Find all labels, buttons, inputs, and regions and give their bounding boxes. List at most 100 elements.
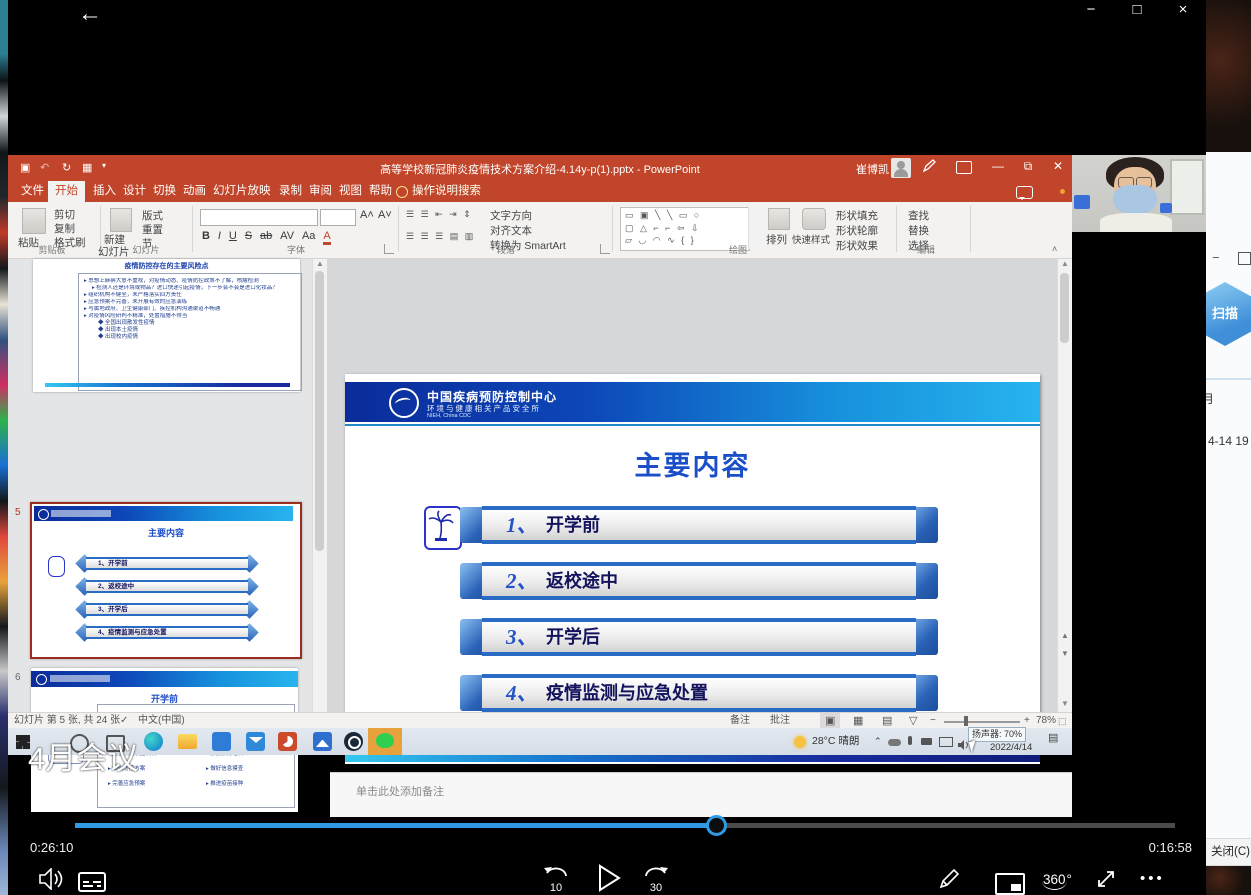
mini-player-button[interactable] [995, 873, 1025, 895]
context-menu-close-item[interactable]: 关闭(C) [1206, 838, 1251, 866]
file-explorer-icon[interactable] [178, 734, 197, 749]
ribbon-display-options-icon[interactable] [956, 161, 972, 174]
wechat-active-highlight[interactable] [368, 728, 402, 755]
new-slide-icon[interactable] [110, 208, 132, 232]
paste-icon[interactable] [22, 208, 46, 234]
font-name-combo[interactable] [200, 209, 318, 226]
closed-captions-button[interactable] [78, 872, 106, 892]
thumbnail-slide-4[interactable]: 疫情防控存在的主要风险点 思想上麻痹大意不重视，对疫情动态、疫情防控政策不了解，… [33, 259, 300, 392]
scrollbar-thumb[interactable] [315, 271, 324, 551]
scan-badge[interactable]: 扫描 [1206, 282, 1251, 346]
account-name[interactable]: 崔博凯 [856, 161, 889, 177]
back-icon[interactable]: ← [78, 2, 102, 26]
ppt-close-icon[interactable]: ✕ [1046, 155, 1070, 177]
weather-sun-icon[interactable] [794, 736, 806, 748]
scroll-down-icon[interactable]: ▼ [1058, 699, 1072, 708]
onedrive-cloud-icon[interactable] [888, 739, 901, 746]
italic-button[interactable]: I [218, 230, 221, 242]
shrink-font-icon[interactable]: A˅ [378, 209, 392, 221]
camera-icon[interactable] [921, 738, 932, 745]
ppt-restore-icon[interactable]: ⧉ [1016, 155, 1040, 177]
volume-button[interactable] [38, 868, 64, 895]
meeting-app-icon[interactable] [313, 732, 332, 751]
close-button[interactable]: × [1170, 0, 1196, 20]
font-size-combo[interactable] [320, 209, 356, 226]
clear-format-button[interactable]: ab [260, 230, 272, 242]
zoom-out-icon[interactable]: − [930, 713, 936, 729]
edge-icon[interactable] [144, 732, 163, 751]
quick-styles-icon[interactable] [802, 208, 826, 230]
view-360-button[interactable]: 360° [1042, 872, 1072, 887]
collapse-ribbon-icon[interactable]: ˄ [1052, 244, 1057, 254]
ink-pen-icon[interactable] [922, 159, 936, 178]
reset-button[interactable]: 重置 [142, 222, 163, 237]
bg-window-minimize-icon[interactable]: − [1212, 250, 1220, 265]
mail-icon[interactable] [246, 732, 265, 751]
slide-canvas[interactable]: 中国疾病预防控制中心 环境与健康相关产品安全所 NIEH, China CDC … [345, 374, 1040, 764]
arrange-icon[interactable] [768, 208, 790, 230]
avatar[interactable] [891, 158, 911, 178]
comments-toggle[interactable]: 批注 [770, 713, 790, 729]
align-icons[interactable]: ☰ ☰ ☰ ▤ ▥ [406, 230, 475, 242]
fit-to-window-icon[interactable]: ⬚ [1058, 713, 1067, 729]
maximize-button[interactable]: □ [1124, 0, 1150, 20]
edit-pencil-button[interactable] [938, 868, 960, 895]
skip-back-button[interactable]: 10 [542, 862, 570, 892]
arrange-button[interactable]: 排列 [766, 232, 787, 247]
copy-button[interactable]: 复制 [54, 221, 75, 236]
notes-pane[interactable]: 单击此处添加备注 [330, 772, 1072, 817]
thumbnail-slide-5-selected[interactable]: 主要内容 1、开学前 2、返校途中 3、开学后 [30, 502, 302, 659]
zoom-percent[interactable]: 78% [1036, 713, 1056, 729]
tab-file[interactable]: 文件 [14, 181, 51, 202]
language-status[interactable]: 中文(中国) [138, 713, 185, 729]
tab-help[interactable]: 帮助 [362, 181, 399, 202]
shape-fill-button[interactable]: 形状填充 [836, 208, 878, 223]
normal-view-icon[interactable]: ▣ [820, 713, 840, 729]
bg-window-maximize-icon[interactable] [1238, 252, 1251, 265]
paragraph-dialog-launcher-icon[interactable] [600, 244, 610, 254]
bold-button[interactable]: B [202, 230, 210, 242]
find-button[interactable]: 查找 [908, 208, 929, 223]
shape-outline-button[interactable]: 形状轮廓 [836, 223, 878, 238]
powerpoint-icon[interactable] [278, 732, 297, 751]
slide-count[interactable]: 幻灯片 第 5 张, 共 24 张 [14, 713, 120, 729]
tell-me-search[interactable]: 操作说明搜索 [412, 181, 481, 202]
font-dialog-launcher-icon[interactable] [384, 244, 394, 254]
underline-button[interactable]: U [229, 230, 237, 242]
align-text-button[interactable]: 对齐文本 [490, 223, 532, 238]
slide-sorter-view-icon[interactable]: ▦ [853, 713, 863, 729]
action-center-icon[interactable]: ▤ [1048, 731, 1058, 744]
bullet-indent-icons[interactable]: ☰ ☰ ⇤ ⇥ ⇕ [406, 208, 473, 220]
slide-scrollbar[interactable]: ▲ ▲ ▼ ▼ [1057, 259, 1072, 712]
skip-forward-button[interactable]: 30 [642, 862, 670, 892]
previous-slide-icon[interactable]: ▲ [1058, 631, 1072, 640]
steam-icon[interactable] [344, 732, 363, 751]
store-icon[interactable] [212, 732, 231, 751]
slideshow-view-icon[interactable]: ▽ [909, 713, 917, 729]
notes-toggle[interactable]: 备注 [730, 713, 750, 729]
zoom-slider[interactable] [944, 721, 1020, 723]
thumbnail-panel-scrollbar[interactable]: ▲ [312, 259, 327, 712]
tray-expand-icon[interactable]: ⌃ [874, 728, 882, 755]
scroll-up-icon[interactable]: ▲ [313, 259, 327, 268]
grow-font-icon[interactable]: A˄ [360, 209, 374, 221]
comments-icon[interactable] [1016, 186, 1033, 199]
minimize-button[interactable]: − [1078, 0, 1104, 20]
next-slide-icon[interactable]: ▼ [1058, 649, 1072, 658]
scrollbar-thumb[interactable] [1060, 273, 1069, 343]
zoom-slider-thumb[interactable] [964, 716, 968, 726]
strikethrough-button[interactable]: S [245, 230, 252, 242]
tray-date[interactable]: 2022/4/14 [990, 742, 1032, 754]
microphone-icon[interactable] [908, 736, 912, 745]
char-spacing-button[interactable]: AV [280, 230, 294, 242]
spellcheck-icon[interactable]: ✓ [120, 713, 128, 729]
ppt-minimize-icon[interactable]: — [986, 155, 1010, 177]
seek-handle[interactable] [706, 815, 727, 836]
tab-slideshow[interactable]: 幻灯片放映 [206, 181, 278, 202]
change-case-button[interactable]: Aa [302, 230, 315, 242]
scroll-up-icon[interactable]: ▲ [1058, 259, 1072, 268]
text-direction-button[interactable]: 文字方向 [490, 208, 532, 223]
shape-effects-button[interactable]: 形状效果 [836, 238, 878, 253]
reading-view-icon[interactable]: ▤ [882, 713, 892, 729]
notes-placeholder[interactable]: 单击此处添加备注 [356, 783, 444, 799]
